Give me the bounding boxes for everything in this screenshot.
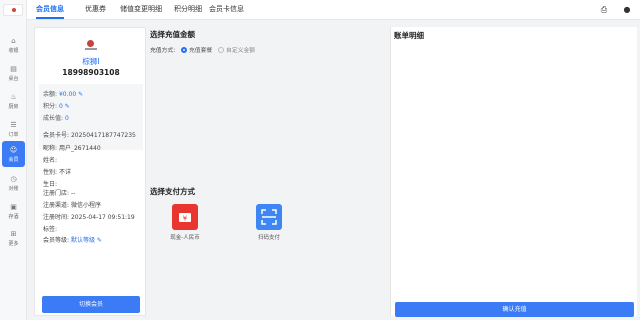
member-phone: 18998903108: [62, 68, 120, 77]
sidebar-item-table[interactable]: ▤ 桌台: [0, 60, 27, 86]
gender-row: 性别: 不详: [43, 169, 71, 176]
member-name: 棕狮Ⅰ: [82, 57, 100, 66]
tab-coupons[interactable]: 优惠券: [85, 4, 106, 19]
member-info-panel: 棕狮Ⅰ 18998903108 余额: ¥0.00 ✎ 积分: 0 ✎ 成长值:…: [34, 27, 146, 316]
tab-card-info[interactable]: 会员卡信息: [209, 4, 244, 19]
balance-row: 余额: ¥0.00 ✎: [43, 91, 84, 98]
reg-time-row: 注册时间: 2025-04-17 09:51:19: [43, 214, 135, 221]
radio-package[interactable]: 充值套餐: [181, 45, 212, 54]
birthday-row: 生日:: [43, 181, 58, 188]
more-icon: ⊞: [10, 230, 17, 238]
growth-row: 成长值: 0: [43, 115, 69, 122]
channel-row: 注册渠道: 微信小程序: [43, 202, 101, 209]
scan-pay-icon: [256, 204, 282, 230]
nickname-row: 昵称: 用户_2671440: [43, 145, 101, 152]
sidebar: ⌂ 收银 ▤ 桌台 ♨ 厨房 ☰ 订单 ☺ 会员 ◷ 对账 ▣ 存酒 ⊞ 更多: [0, 0, 27, 320]
svg-text:¥: ¥: [183, 215, 188, 223]
top-tab-bar: 会员信息 优惠券 储值变更明细 积分明细 会员卡信息 ⎙ ●: [27, 0, 640, 20]
sidebar-item-member[interactable]: ☺ 会员: [2, 141, 25, 167]
realname-row: 姓名:: [43, 157, 58, 164]
kitchen-icon: ♨: [10, 93, 17, 101]
sidebar-item-more[interactable]: ⊞ 更多: [0, 225, 27, 251]
recharge-panel: 选择充值金额 充值方式: 充值套餐 自定义金额 选择支付方式 ¥ 现金-人民币 …: [150, 27, 386, 316]
growth-value: 0: [64, 115, 69, 122]
pay-method-cash[interactable]: ¥ 现金-人民币: [160, 204, 210, 241]
sidebar-item-kitchen[interactable]: ♨ 厨房: [0, 88, 27, 114]
printer-icon[interactable]: ⎙: [599, 5, 609, 14]
switch-member-button[interactable]: 切换会员: [42, 296, 140, 313]
payment-method-title: 选择支付方式: [150, 187, 195, 196]
sidebar-item-storage[interactable]: ▣ 存酒: [0, 198, 27, 224]
radio-checked-icon: [181, 47, 187, 53]
table-icon: ▤: [10, 65, 17, 73]
radio-custom-amount[interactable]: 自定义金额: [218, 45, 255, 54]
tab-points-detail[interactable]: 积分明细: [174, 4, 202, 19]
member-icon: ☺: [9, 146, 18, 154]
recharge-amount-title: 选择充值金额: [150, 30, 195, 39]
cash-icon: ¥: [172, 204, 198, 230]
cashier-icon: ⌂: [11, 37, 16, 45]
edit-points-icon[interactable]: ✎: [65, 103, 70, 110]
user-icon[interactable]: ●: [622, 5, 632, 14]
pay-method-scan[interactable]: 扫码支付: [244, 204, 294, 241]
edit-level-icon[interactable]: ✎: [97, 237, 102, 244]
points-value: 0: [58, 103, 63, 110]
sidebar-item-cashier[interactable]: ⌂ 收银: [0, 32, 27, 58]
balance-box: 余额: ¥0.00 ✎ 积分: 0 ✎ 成长值: 0: [39, 84, 143, 150]
app-logo: [3, 4, 23, 16]
storage-icon: ▣: [10, 203, 17, 211]
card-no-row: 会员卡号: 20250417187747235: [43, 132, 136, 139]
reconcile-icon: ◷: [10, 175, 17, 183]
points-row: 积分: 0 ✎: [43, 103, 70, 110]
bill-detail-title: 账单明细: [394, 31, 424, 40]
avatar: [84, 40, 98, 52]
order-icon: ☰: [10, 121, 17, 129]
recharge-mode-row: 充值方式: 充值套餐 自定义金额: [150, 45, 255, 54]
confirm-recharge-button[interactable]: 确认充值: [395, 302, 634, 317]
balance-value: ¥0.00: [58, 91, 77, 98]
bill-detail-panel: 账单明细 确认充值: [390, 27, 637, 317]
tab-stored-value-detail[interactable]: 储值变更明细: [120, 4, 162, 19]
tags-row: 标签:: [43, 226, 58, 233]
radio-unchecked-icon: [218, 47, 225, 53]
sidebar-item-reconcile[interactable]: ◷ 对账: [0, 170, 27, 196]
tab-member-info[interactable]: 会员信息: [36, 4, 64, 19]
member-level-link[interactable]: 默认等级: [71, 237, 95, 244]
store-row: 注册门店: --: [43, 190, 76, 197]
level-row: 会员等级: 默认等级 ✎: [43, 237, 102, 244]
sidebar-item-order[interactable]: ☰ 订单: [0, 116, 27, 142]
edit-balance-icon[interactable]: ✎: [78, 91, 83, 98]
